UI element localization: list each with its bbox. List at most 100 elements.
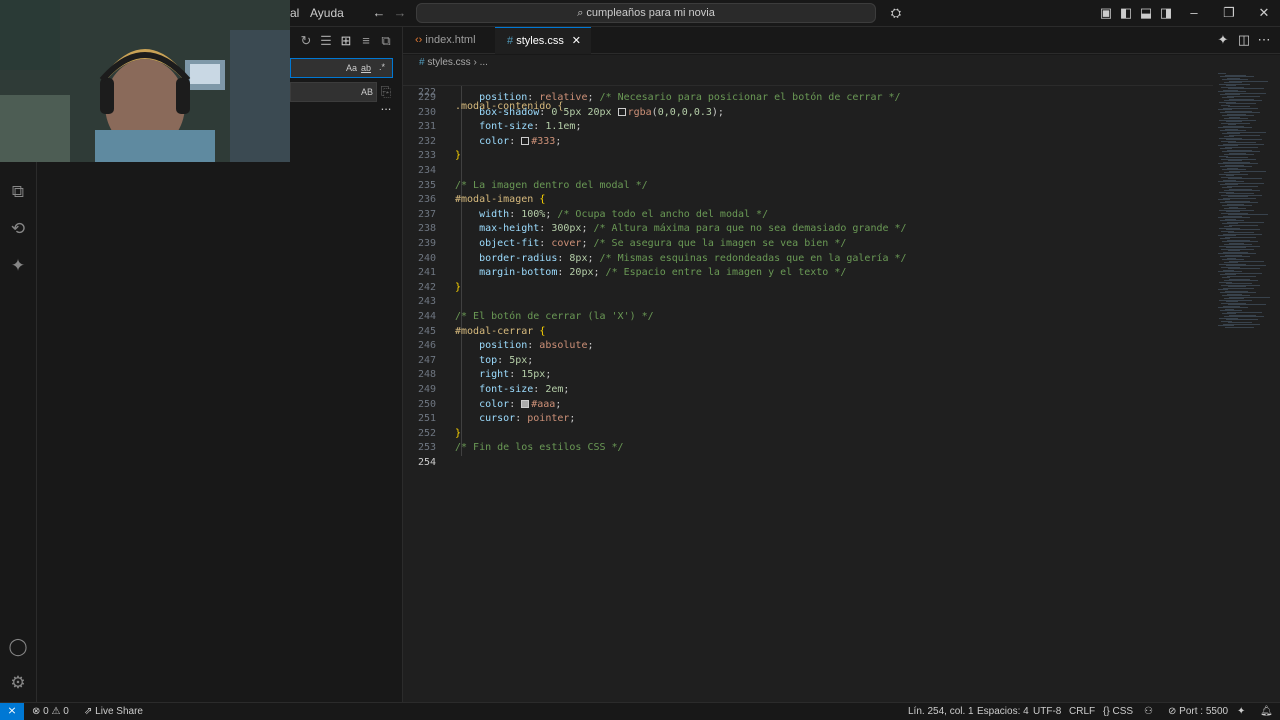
code-line[interactable]: 253 /* Fin de los estilos CSS */ — [403, 441, 1213, 456]
match-whole-word-toggle[interactable]: ab — [361, 63, 371, 73]
end-of-line[interactable]: CRLF — [1069, 706, 1095, 717]
line-number: 229 — [417, 92, 436, 103]
line-number: 239 — [417, 238, 436, 249]
preserve-case-toggle[interactable]: AB — [361, 87, 373, 97]
code-line[interactable]: 242} — [403, 281, 1213, 296]
split-editor-icon[interactable]: ◫ — [1236, 32, 1252, 48]
toggle-sidebar-icon[interactable]: ◧ — [1118, 5, 1134, 21]
code-token: ; — [545, 208, 558, 220]
account-icon[interactable]: ◯ — [8, 637, 28, 657]
code-line[interactable]: 241 margin-bottom: 20px; /* Espacio entr… — [403, 266, 1213, 281]
more-actions-icon[interactable]: ⋯ — [1256, 32, 1272, 48]
code-line[interactable]: 244 /* El botón de cerrar (la 'X') */ — [403, 310, 1213, 325]
command-center[interactable]: ⌕ cumpleaños para mi novia — [416, 3, 876, 23]
color-swatch-icon[interactable] — [521, 136, 530, 145]
color-swatch-icon[interactable] — [617, 107, 626, 116]
copilot-sparkle-icon[interactable]: ✦ — [1237, 706, 1245, 717]
toggle-search-details[interactable]: ... — [378, 98, 394, 114]
replace-input[interactable]: AB — [290, 82, 377, 102]
line-number: 233 — [417, 150, 436, 162]
extensions-icon[interactable]: ⧉ — [8, 182, 28, 202]
regex-toggle[interactable]: .* — [379, 62, 385, 72]
command-center-query: cumpleaños para mi novia — [586, 7, 715, 19]
line-code: margin-bottom: 20px; /* Espacio entre la… — [455, 266, 846, 281]
code-line[interactable]: 231 font-size: 1.1em; — [403, 120, 1213, 135]
code-line[interactable]: 236 #modal-imagen { — [403, 193, 1213, 208]
cursor-position[interactable]: Lín. 254, col. 1 — [908, 706, 974, 717]
toggle-secondary-sidebar-icon[interactable]: ◨ — [1158, 5, 1174, 21]
problems-indicator[interactable]: ⊗ 0 ⚠ 0 — [32, 706, 69, 717]
maximize-icon[interactable]: ❐ — [1221, 5, 1237, 21]
encoding[interactable]: UTF-8 — [1033, 706, 1061, 717]
minimap-line — [1226, 103, 1256, 104]
line-number: 242 — [417, 281, 436, 293]
customize-layout-icon[interactable]: ▣ — [1098, 5, 1114, 21]
tab-index-html[interactable]: ‹› index.html — [403, 27, 493, 54]
copilot-status-icon[interactable]: ⚇ — [1144, 706, 1153, 717]
code-editor[interactable]: 222 .modal-contenido { 229 position: rel… — [403, 71, 1280, 702]
code-line[interactable]: 252} — [403, 427, 1213, 442]
code-line[interactable]: 251 cursor: pointer; — [403, 412, 1213, 427]
breadcrumb-file[interactable]: styles.css — [427, 57, 470, 68]
code-line[interactable]: 246 position: absolute; — [403, 339, 1213, 354]
toggle-panel-icon[interactable]: ⬓ — [1138, 5, 1154, 21]
menu-item-help[interactable]: Ayuda — [310, 6, 344, 20]
code-line[interactable]: 249 font-size: 2em; — [403, 383, 1213, 398]
code-line[interactable]: 254 — [403, 456, 1213, 471]
code-line[interactable]: 250 color: #aaa; — [403, 398, 1213, 413]
breadcrumb: # styles.css › ... — [403, 55, 1280, 71]
code-line[interactable]: 239 object-fit: cover; /* Se asegura que… — [403, 237, 1213, 252]
match-case-toggle[interactable]: Aa — [346, 63, 357, 73]
sticky-scroll-line[interactable]: 222 .modal-contenido { — [403, 71, 1213, 112]
code-line[interactable]: 230 box-shadow: 0 5px 20px rgba(0,0,0,0.… — [403, 106, 1213, 121]
line-code: object-fit: cover; /* Se asegura que la … — [455, 237, 846, 252]
copilot-icon[interactable]: ⛭ — [886, 5, 906, 21]
live-server-port[interactable]: ⊘ Port : 5500 — [1168, 706, 1228, 717]
code-line[interactable]: 229 position: relative; /* Necesario par… — [403, 91, 1213, 106]
forward-arrow-icon[interactable]: → — [392, 5, 408, 21]
code-line[interactable]: 237 width: 100%; /* Ocupa todo el ancho … — [403, 208, 1213, 223]
indentation[interactable]: Espacios: 4 — [977, 706, 1029, 717]
code-line[interactable]: 238 max-height: 300px; /* Altura máxima … — [403, 222, 1213, 237]
minimize-icon[interactable]: – — [1186, 5, 1202, 21]
code-line[interactable]: 240 border-radius: 8px; /* Mismas esquin… — [403, 252, 1213, 267]
line-number: 230 — [417, 106, 436, 118]
close-window-icon[interactable]: ✕ — [1256, 5, 1272, 21]
code-token: ; — [555, 135, 562, 147]
line-number: 254 — [417, 457, 436, 468]
collapse-all-icon[interactable]: ⧉ — [378, 33, 394, 49]
menu-item-partial[interactable]: al — [290, 6, 299, 20]
line-code: color: #aaa; — [455, 398, 561, 413]
tab-styles-css[interactable]: # styles.css ✕ — [495, 27, 591, 54]
copilot-edit-icon[interactable]: ✦ — [1215, 32, 1231, 48]
back-arrow-icon[interactable]: ← — [371, 5, 387, 21]
notifications-bell-icon[interactable]: 🔔︎ — [1260, 706, 1273, 717]
code-line[interactable]: 235 /* La imagen dentro del modal */ — [403, 179, 1213, 194]
settings-gear-icon[interactable]: ⚙ — [8, 673, 28, 693]
view-as-tree-icon[interactable]: ≡ — [358, 33, 374, 49]
line-number: 237 — [417, 208, 436, 220]
close-tab-icon[interactable]: ✕ — [572, 28, 581, 55]
code-line[interactable]: 243 — [403, 295, 1213, 310]
breadcrumb-more[interactable]: ... — [480, 57, 488, 68]
code-line[interactable]: 234 — [403, 164, 1213, 179]
color-swatch-icon[interactable] — [521, 399, 530, 408]
new-search-editor-icon[interactable]: ⊞ — [338, 33, 354, 49]
line-number: 236 — [417, 194, 436, 206]
code-line[interactable]: 232 color: #333; — [403, 135, 1213, 150]
clear-results-icon[interactable]: ☰ — [318, 33, 334, 49]
line-code: position: relative; /* Necesario para po… — [455, 91, 900, 106]
line-code: box-shadow: 0 5px 20px rgba(0,0,0,0.3); — [455, 106, 724, 121]
language-mode[interactable]: {} CSS — [1103, 706, 1133, 717]
code-line[interactable]: 247 top: 5px; — [403, 354, 1213, 369]
remote-indicator-icon[interactable]: ⨯ — [0, 703, 24, 720]
refresh-icon[interactable]: ↻ — [298, 33, 314, 49]
code-line[interactable]: 233} — [403, 149, 1213, 164]
minimap[interactable] — [1210, 71, 1280, 702]
search-input[interactable]: Aa ab .* — [290, 58, 393, 78]
remote-explorer-icon[interactable]: ⟲ — [8, 219, 28, 239]
code-line[interactable]: 245 #modal-cerrar { — [403, 325, 1213, 340]
code-line[interactable]: 248 right: 15px; — [403, 368, 1213, 383]
live-share-button[interactable]: ⇗ Live Share — [84, 706, 143, 717]
copilot-chat-icon[interactable]: ✦ — [8, 256, 28, 276]
